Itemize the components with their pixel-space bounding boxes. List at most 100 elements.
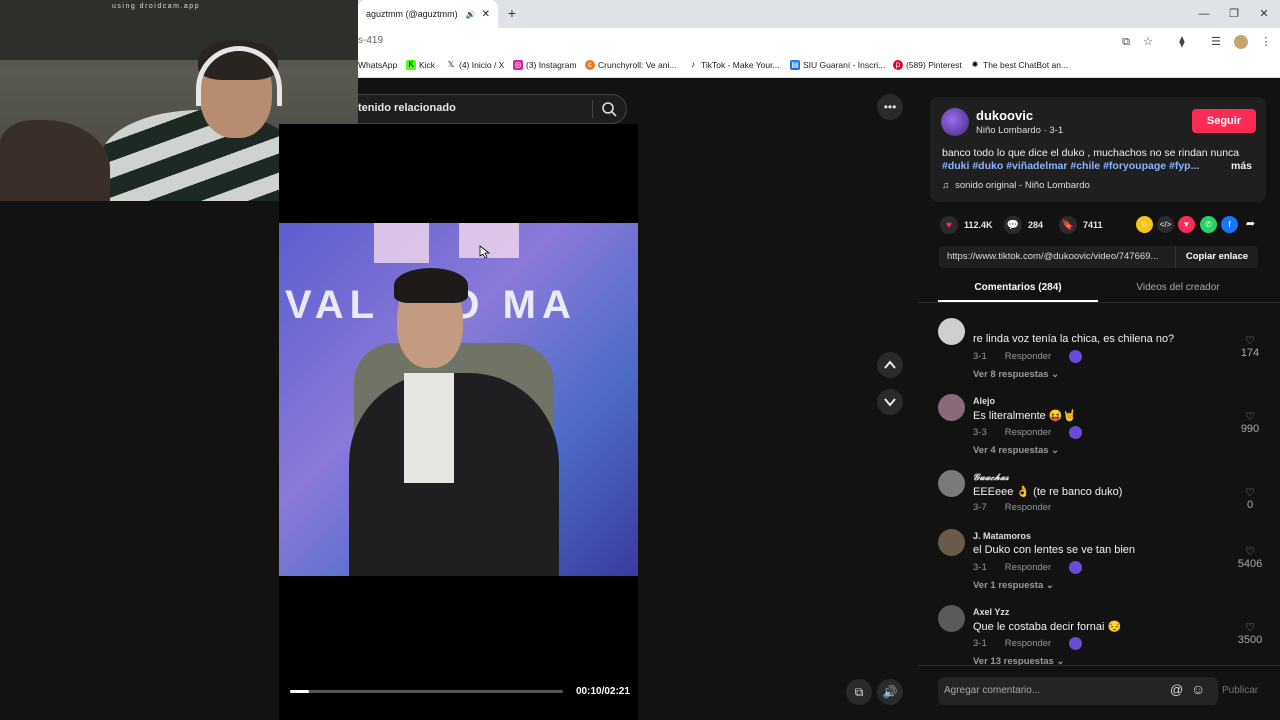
reply-button[interactable]: Responder (1005, 562, 1051, 573)
bookmark-chatgpt[interactable]: ✺ The best ChatBot an... (970, 60, 1068, 70)
comment-text: Es literalmente 😝🤘 (973, 410, 1077, 422)
mention-icon[interactable]: @ (1170, 682, 1183, 697)
more-link[interactable]: más (1231, 160, 1252, 172)
volume-button[interactable]: 🔊 (877, 679, 903, 705)
address-text[interactable]: s-419 (358, 35, 383, 46)
bookmark-crunchyroll[interactable]: c Crunchyroll: Ve ani... (585, 60, 676, 70)
save-stat[interactable]: 🔖 7411 (1059, 216, 1103, 234)
related-search-text[interactable]: tenido relacionado (358, 102, 456, 114)
bookmark-x[interactable]: 𝕏 (4) Inicio / X (446, 60, 505, 70)
volume-icon: 🔊 (882, 685, 898, 699)
comment-like-count: 3500 (1237, 634, 1263, 646)
tab-comments[interactable]: Comentarios (284) (938, 282, 1098, 293)
comment-username[interactable]: Alejo (973, 396, 995, 406)
view-replies[interactable]: Ver 8 respuestas ⌄ (973, 369, 1059, 380)
cast-icon[interactable]: ⧉ (1118, 34, 1134, 50)
previous-video-button[interactable] (877, 352, 903, 378)
mouse-cursor-icon (479, 245, 490, 259)
pip-icon: ⧉ (854, 684, 864, 699)
comment-avatar[interactable] (938, 394, 965, 421)
reply-button[interactable]: Responder (1005, 638, 1051, 649)
new-tab-icon[interactable]: + (504, 5, 520, 21)
pip-button[interactable]: ⧉ (846, 679, 872, 705)
bookmark-instagram[interactable]: ◎ (3) Instagram (513, 60, 577, 70)
next-video-button[interactable] (877, 389, 903, 415)
bookmark-siu[interactable]: ▤ SIU Guaraní - Inscri... (790, 60, 885, 70)
video-description: banco todo lo que dice el duko , muchach… (942, 147, 1240, 159)
window-close-icon[interactable]: ✕ (1256, 6, 1272, 22)
crunchyroll-icon: c (585, 60, 595, 70)
bookmark-pinterest[interactable]: p (589) Pinterest (893, 60, 962, 70)
video-hashtags[interactable]: #duki #duko #viñadelmar #chile #foryoupa… (942, 160, 1199, 172)
minimize-icon[interactable]: — (1196, 6, 1212, 22)
comment-like[interactable]: ♡ 3500 (1230, 621, 1270, 646)
comment-avatar[interactable] (938, 470, 965, 497)
browser-tab-active[interactable]: aguztmm (@aguztmm) | Ti 🔊 ✕ (358, 0, 498, 28)
tab-creator-videos[interactable]: Videos del creador (1098, 282, 1258, 293)
comment-avatar[interactable] (938, 605, 965, 632)
reply-button[interactable]: Responder (1005, 502, 1051, 513)
bookmark-icon: 🔖 (1059, 216, 1077, 234)
comment-meta: 3-1 Responder (973, 561, 1083, 574)
view-replies[interactable]: Ver 1 respuesta ⌄ (973, 580, 1054, 591)
video-time: 00:10/02:21 (576, 686, 630, 697)
comment-count: 284 (1028, 220, 1044, 230)
comment-text: EEEeee 👌 (te re banco duko) (973, 486, 1123, 498)
bookmark-star-icon[interactable]: ☆ (1140, 34, 1156, 50)
creator-avatar[interactable] (941, 108, 969, 136)
share-arrow-icon[interactable]: ➦ (1242, 216, 1259, 233)
view-replies[interactable]: Ver 13 respuestas ⌄ (973, 656, 1064, 665)
comment-meta: 3-1 Responder (973, 637, 1083, 650)
creator-liked-icon (1069, 637, 1083, 650)
bookmark-kick[interactable]: K Kick (406, 60, 435, 70)
emoji-icon[interactable]: ☺ (1191, 681, 1205, 697)
comment-stat[interactable]: 💬 284 (1004, 216, 1043, 234)
comment-username[interactable]: J. Matamoros (973, 531, 1031, 541)
repost-icon[interactable]: ☺ (1136, 216, 1153, 233)
profile-avatar[interactable] (1234, 35, 1248, 49)
search-icon[interactable] (600, 100, 618, 118)
comment-like[interactable]: ♡ 174 (1230, 334, 1270, 359)
siu-icon: ▤ (790, 60, 800, 70)
facebook-share-icon[interactable]: f (1221, 216, 1238, 233)
copy-link-button[interactable]: Copiar enlace (1175, 246, 1258, 268)
comment-avatar[interactable] (938, 529, 965, 556)
reply-button[interactable]: Responder (1005, 351, 1051, 362)
comment-like[interactable]: ♡ 990 (1230, 410, 1270, 435)
send-icon[interactable]: ▼ (1178, 216, 1195, 233)
speaker-icon[interactable]: 🔊 (466, 10, 476, 19)
tab-close-icon[interactable]: ✕ (482, 9, 498, 20)
comment-input[interactable]: Agregar comentario... (944, 685, 1040, 696)
view-replies[interactable]: Ver 4 respuestas ⌄ (973, 445, 1059, 456)
comment-like-count: 174 (1240, 347, 1260, 359)
comment-like[interactable]: ♡ 5406 (1230, 545, 1270, 570)
embed-icon[interactable]: </> (1157, 216, 1174, 233)
menu-icon[interactable]: ⋮ (1258, 34, 1274, 50)
comment-username[interactable]: 𝓖𝓾𝓪𝓬𝓱𝓪𝓼 (973, 472, 1009, 483)
comment-username[interactable]: Axel Yzz (973, 607, 1009, 617)
comment-like[interactable]: ♡ 0 (1230, 486, 1270, 511)
creator-name[interactable]: dukoovic (976, 108, 1033, 123)
progress-bar[interactable] (290, 690, 563, 693)
like-stat[interactable]: ♥ 112.4K (940, 216, 993, 234)
video-link[interactable]: https://www.tiktok.com/@dukoovic/video/7… (947, 251, 1169, 262)
reply-button[interactable]: Responder (1005, 427, 1051, 438)
media-control-icon[interactable]: ☰ (1208, 34, 1224, 50)
sound-link[interactable]: ♫ sonido original - Niño Lombardo (942, 180, 1090, 191)
comment-avatar[interactable] (938, 318, 965, 345)
heart-icon: ♥ (940, 216, 958, 234)
comment-meta: 3-1 Responder (973, 350, 1083, 363)
video-frame[interactable]: VAL INO MA (279, 223, 638, 576)
comment-text: re linda voz tenía la chica, es chilena … (973, 333, 1175, 345)
restore-icon[interactable]: ❐ (1226, 6, 1242, 22)
publish-button[interactable]: Publicar (1222, 685, 1258, 696)
progress-fill (290, 690, 310, 693)
more-options-icon[interactable]: ••• (877, 94, 903, 120)
extensions-icon[interactable]: ⧫ (1174, 34, 1190, 50)
bookmark-whatsapp[interactable]: WhatsApp (358, 60, 397, 70)
follow-button[interactable]: Seguir (1192, 109, 1256, 133)
bookmark-tiktok[interactable]: ♪ TikTok - Make Your... (688, 60, 780, 70)
comment-date: 3-1 (973, 638, 987, 649)
comment-text: el Duko con lentes se ve tan bien (973, 544, 1136, 556)
whatsapp-share-icon[interactable]: ✆ (1200, 216, 1217, 233)
